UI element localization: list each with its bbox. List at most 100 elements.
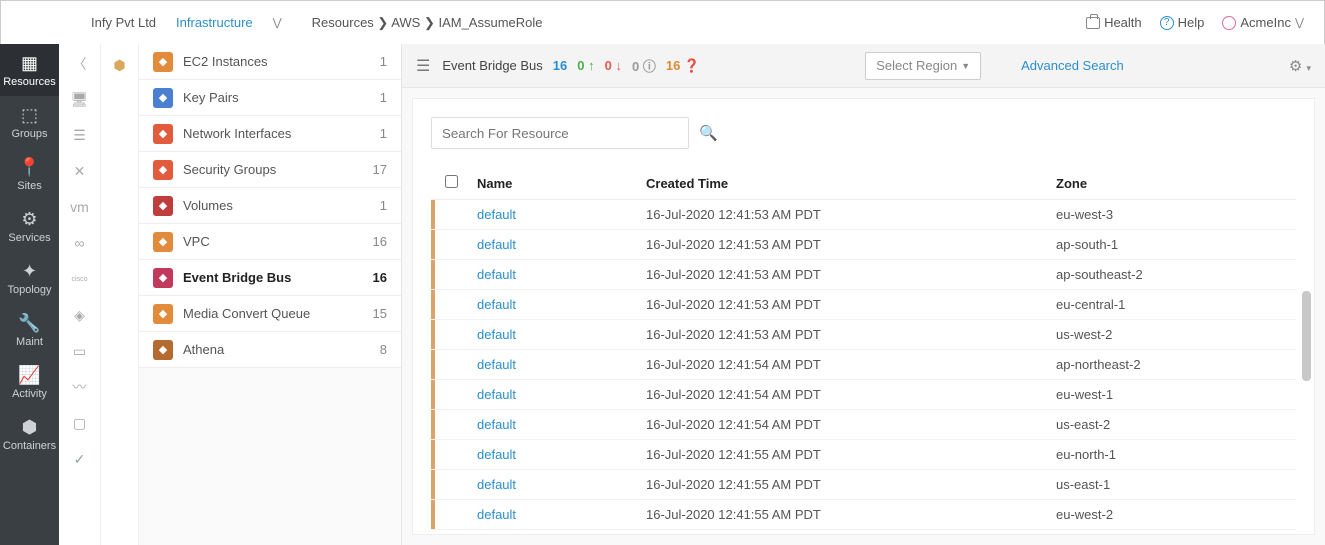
- region-dropdown[interactable]: Select Region ▼: [865, 52, 981, 80]
- nav-groups[interactable]: ⬚Groups: [0, 96, 59, 148]
- resource-item[interactable]: ◆Event Bridge Bus16: [139, 260, 401, 296]
- header-zone[interactable]: Zone: [1056, 176, 1296, 191]
- stat-down: 0 ↓: [605, 58, 622, 73]
- chart-icon[interactable]: 〰: [69, 376, 91, 398]
- resource-count: 1: [380, 198, 387, 213]
- gear-icon[interactable]: ⚙ ▾: [1289, 57, 1311, 75]
- row-name[interactable]: default: [471, 207, 646, 222]
- nav-resources[interactable]: ▦Resources: [0, 44, 59, 96]
- resource-name: Volumes: [183, 198, 380, 213]
- header-time[interactable]: Created Time: [646, 176, 1056, 191]
- table-row[interactable]: default16-Jul-2020 12:41:54 AM PDTap-nor…: [431, 350, 1296, 380]
- resource-item[interactable]: ◆ Volumes1: [139, 188, 401, 224]
- breadcrumb: Resources ❯ AWS ❯ IAM_AssumeRole: [312, 15, 543, 31]
- nav-maint[interactable]: 🔧Maint: [0, 304, 59, 356]
- table-row[interactable]: default16-Jul-2020 12:41:53 AM PDTeu-cen…: [431, 290, 1296, 320]
- row-name[interactable]: default: [471, 327, 646, 342]
- table-row[interactable]: default16-Jul-2020 12:41:53 AM PDTap-sou…: [431, 260, 1296, 290]
- table-row[interactable]: default16-Jul-2020 12:41:54 AM PDTus-eas…: [431, 410, 1296, 440]
- health-label: Health: [1104, 15, 1142, 30]
- row-time: 16-Jul-2020 12:41:53 AM PDT: [646, 207, 1056, 222]
- search-icon[interactable]: 🔍: [699, 124, 718, 142]
- org-name: Infy Pvt Ltd: [91, 15, 156, 30]
- nav-sites[interactable]: 📍Sites: [0, 148, 59, 200]
- menu-icon[interactable]: ☰: [416, 56, 430, 76]
- nav-activity[interactable]: 📈Activity: [0, 356, 59, 408]
- network-icon[interactable]: ∞: [69, 232, 91, 254]
- table-row[interactable]: default16-Jul-2020 12:41:53 AM PDTap-sou…: [431, 230, 1296, 260]
- resource-count: 1: [380, 126, 387, 141]
- row-zone: ap-southeast-2: [1056, 267, 1296, 282]
- scrollbar-thumb[interactable]: [1302, 291, 1311, 381]
- resource-item[interactable]: ◆Security Groups17: [139, 152, 401, 188]
- server-icon[interactable]: ☰: [69, 124, 91, 146]
- resource-icon: ◆: [153, 196, 173, 216]
- tools-icon[interactable]: ✕: [69, 160, 91, 182]
- table-row[interactable]: default16-Jul-2020 12:41:53 AM PDTus-wes…: [431, 320, 1296, 350]
- row-time: 16-Jul-2020 12:41:54 AM PDT: [646, 387, 1056, 402]
- resource-item[interactable]: ◆Athena8: [139, 332, 401, 368]
- advanced-search-link[interactable]: Advanced Search: [1021, 58, 1124, 73]
- row-zone: ap-northeast-2: [1056, 357, 1296, 372]
- resource-item[interactable]: ◆Media Convert Queue15: [139, 296, 401, 332]
- search-input[interactable]: [431, 117, 689, 149]
- box-icon[interactable]: ▭: [69, 340, 91, 362]
- aws-icon[interactable]: ⬢: [109, 54, 131, 76]
- vm-icon[interactable]: vm: [69, 196, 91, 218]
- top-header: Infy Pvt Ltd Infrastructure ⋁ Resources …: [1, 1, 1324, 45]
- resource-count: 1: [380, 54, 387, 69]
- row-zone: us-east-1: [1056, 477, 1296, 492]
- row-name[interactable]: default: [471, 297, 646, 312]
- row-zone: eu-west-3: [1056, 207, 1296, 222]
- row-name[interactable]: default: [471, 267, 646, 282]
- row-name[interactable]: default: [471, 387, 646, 402]
- nav-icon: ⬢: [19, 416, 41, 438]
- table-row[interactable]: default16-Jul-2020 12:41:55 AM PDTeu-wes…: [431, 500, 1296, 530]
- cisco-icon[interactable]: cisco: [69, 268, 91, 290]
- row-time: 16-Jul-2020 12:41:53 AM PDT: [646, 237, 1056, 252]
- help-icon: ?: [1160, 16, 1174, 30]
- resource-name: Key Pairs: [183, 90, 380, 105]
- monitor-icon[interactable]: 🖥: [69, 88, 91, 110]
- nav-containers[interactable]: ⬢Containers: [0, 408, 59, 460]
- table-row[interactable]: default16-Jul-2020 12:41:55 AM PDTus-eas…: [431, 470, 1296, 500]
- header-name[interactable]: Name: [471, 176, 646, 191]
- help-link[interactable]: ? Help: [1160, 15, 1205, 30]
- row-time: 16-Jul-2020 12:41:53 AM PDT: [646, 297, 1056, 312]
- row-name[interactable]: default: [471, 417, 646, 432]
- back-icon[interactable]: 〈: [73, 54, 87, 74]
- user-icon: [1222, 16, 1236, 30]
- select-all-checkbox[interactable]: [445, 175, 458, 188]
- account-dropdown[interactable]: AcmeInc ⋁: [1222, 15, 1304, 30]
- row-name[interactable]: default: [471, 357, 646, 372]
- resource-item[interactable]: ◆VPC16: [139, 224, 401, 260]
- resource-icon: ◆: [153, 88, 173, 108]
- caret-down-icon: ▼: [961, 61, 970, 71]
- help-label: Help: [1178, 15, 1205, 30]
- row-zone: ap-south-1: [1056, 237, 1296, 252]
- table-row[interactable]: default16-Jul-2020 12:41:54 AM PDTeu-wes…: [431, 380, 1296, 410]
- row-name[interactable]: default: [471, 507, 646, 522]
- table-row[interactable]: default16-Jul-2020 12:41:55 AM PDTeu-nor…: [431, 440, 1296, 470]
- nav-topology[interactable]: ✦Topology: [0, 252, 59, 304]
- row-name[interactable]: default: [471, 477, 646, 492]
- row-name[interactable]: default: [471, 237, 646, 252]
- account-label: AcmeInc: [1240, 15, 1291, 30]
- section-dropdown[interactable]: Infrastructure: [176, 15, 253, 30]
- row-time: 16-Jul-2020 12:41:53 AM PDT: [646, 327, 1056, 342]
- row-name[interactable]: default: [471, 447, 646, 462]
- cube-icon[interactable]: ◈: [69, 304, 91, 326]
- resource-item[interactable]: ◆Key Pairs1: [139, 80, 401, 116]
- nav-icon: 🔧: [19, 312, 41, 334]
- resource-item[interactable]: ◆Network Interfaces1: [139, 116, 401, 152]
- resource-item[interactable]: ◆EC2 Instances1: [139, 44, 401, 80]
- check-icon[interactable]: ✓: [69, 448, 91, 470]
- nav-services[interactable]: ⚙Services: [0, 200, 59, 252]
- table-row[interactable]: default16-Jul-2020 12:41:53 AM PDTeu-wes…: [431, 200, 1296, 230]
- window-icon[interactable]: ▢: [69, 412, 91, 434]
- nav-icon: ⚙: [19, 208, 41, 230]
- health-link[interactable]: Health: [1086, 15, 1142, 30]
- chevron-down-icon[interactable]: ⋁: [273, 16, 282, 29]
- nav-icon: 📈: [19, 364, 41, 386]
- resource-toolbar: ☰ Event Bridge Bus 16 0 ↑ 0 ↓ 0 ⓘ 16 ❓ S…: [402, 44, 1325, 88]
